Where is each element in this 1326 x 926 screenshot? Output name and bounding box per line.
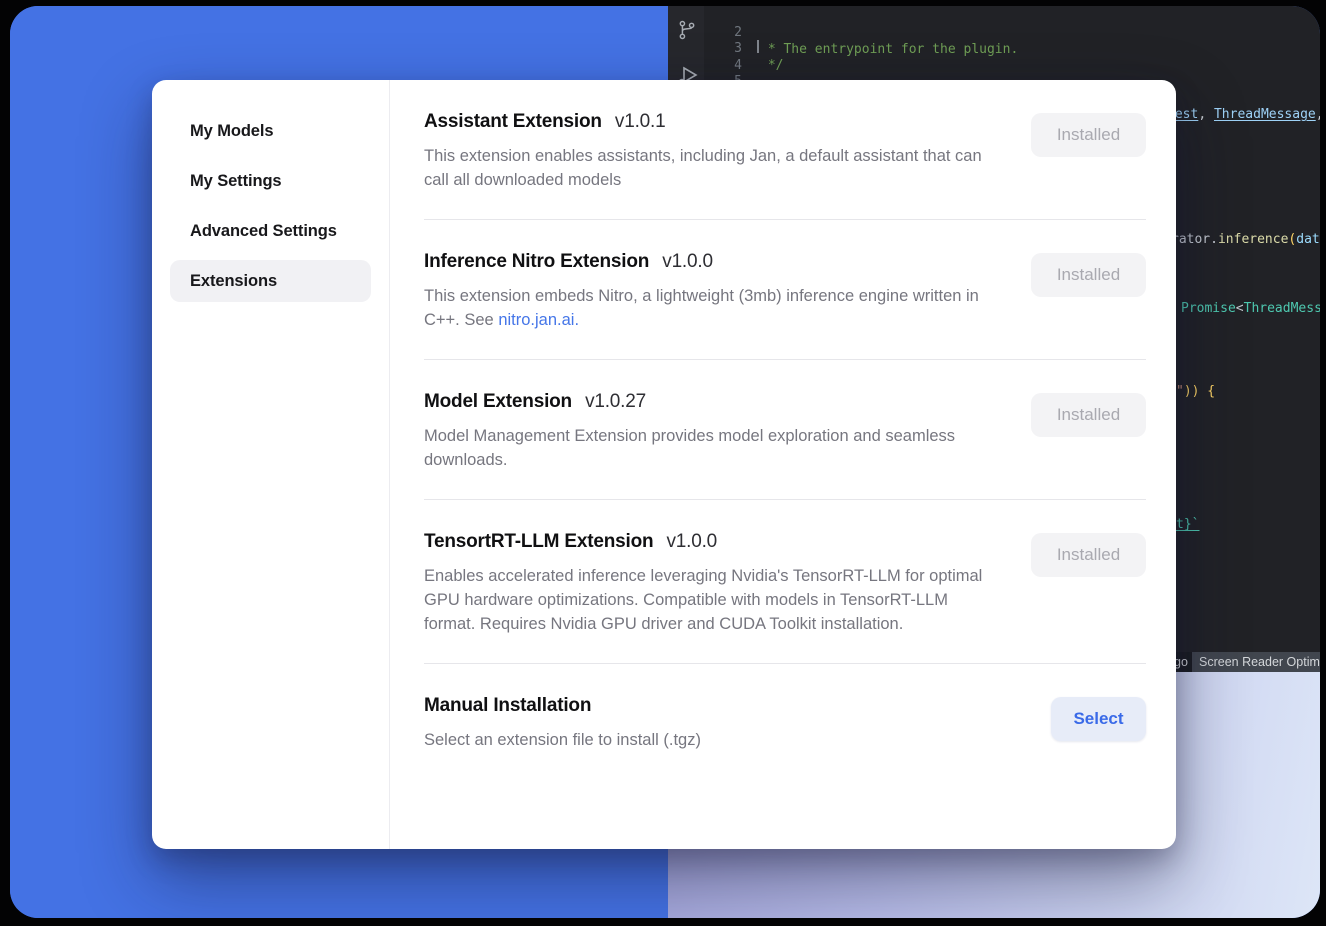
extensions-list: Assistant Extension v1.0.1 This extensio… [390, 80, 1176, 849]
extension-name: TensortRT-LLM Extension [424, 531, 653, 552]
sidebar-item-advanced-settings[interactable]: Advanced Settings [170, 210, 371, 252]
extension-version: v1.0.0 [662, 251, 713, 272]
settings-modal: My Models My Settings Advanced Settings … [152, 80, 1176, 849]
code-line: 4 [668, 40, 1320, 57]
code-line: 3 */ [668, 23, 1320, 40]
status-left-text: go [1174, 652, 1188, 672]
text-cursor [757, 40, 759, 53]
installed-button[interactable]: Installed [1031, 113, 1146, 157]
app-window: 2 * The entrypoint for the plugin. 3 */ … [10, 6, 1320, 918]
installed-button[interactable]: Installed [1031, 253, 1146, 297]
code-fragment: t}` [1176, 517, 1199, 533]
extension-row-nitro: Inference Nitro Extension v1.0.0 This ex… [424, 220, 1146, 360]
code-fragment: rator.inference(data)); [1171, 232, 1320, 248]
sidebar-item-extensions[interactable]: Extensions [170, 260, 371, 302]
extension-name: Inference Nitro Extension [424, 251, 649, 272]
settings-sidebar: My Models My Settings Advanced Settings … [152, 80, 390, 849]
extension-name: Assistant Extension [424, 111, 602, 132]
extension-row-assistant: Assistant Extension v1.0.1 This extensio… [424, 80, 1146, 220]
code-line: 5 // Web / extension runtime [668, 56, 1320, 73]
sidebar-item-my-settings[interactable]: My Settings [170, 160, 371, 202]
screenshot-stage: 2 * The entrypoint for the plugin. 3 */ … [0, 0, 1326, 926]
code-line: 2 * The entrypoint for the plugin. [668, 7, 1320, 24]
extension-name: Model Extension [424, 391, 572, 412]
extension-description: Model Management Extension provides mode… [424, 424, 999, 472]
extension-row-tensorrt: TensortRT-LLM Extension v1.0.0 Enables a… [424, 500, 1146, 664]
extension-description: This extension enables assistants, inclu… [424, 144, 999, 192]
extension-row-model: Model Extension v1.0.27 Model Management… [424, 360, 1146, 500]
select-file-button[interactable]: Select [1051, 697, 1146, 741]
installed-button[interactable]: Installed [1031, 533, 1146, 577]
installed-button[interactable]: Installed [1031, 393, 1146, 437]
extension-version: v1.0.27 [585, 391, 646, 412]
extension-version: v1.0.0 [666, 531, 717, 552]
extension-description: Enables accelerated inference leveraging… [424, 564, 999, 636]
manual-installation-row: Manual Installation Select an extension … [424, 664, 1146, 779]
code-fragment: ")) { [1176, 384, 1215, 400]
screen-reader-status: Screen Reader Optimize [1192, 652, 1320, 672]
sidebar-item-my-models[interactable]: My Models [170, 110, 371, 152]
nitro-link[interactable]: nitro.jan.ai. [498, 311, 579, 329]
manual-installation-description: Select an extension file to install (.tg… [424, 728, 701, 752]
extension-description: This extension embeds Nitro, a lightweig… [424, 284, 999, 332]
code-fragment: Promise<ThreadMessage> [1181, 301, 1320, 317]
extension-version: v1.0.1 [615, 111, 666, 132]
manual-installation-title: Manual Installation [424, 695, 591, 716]
